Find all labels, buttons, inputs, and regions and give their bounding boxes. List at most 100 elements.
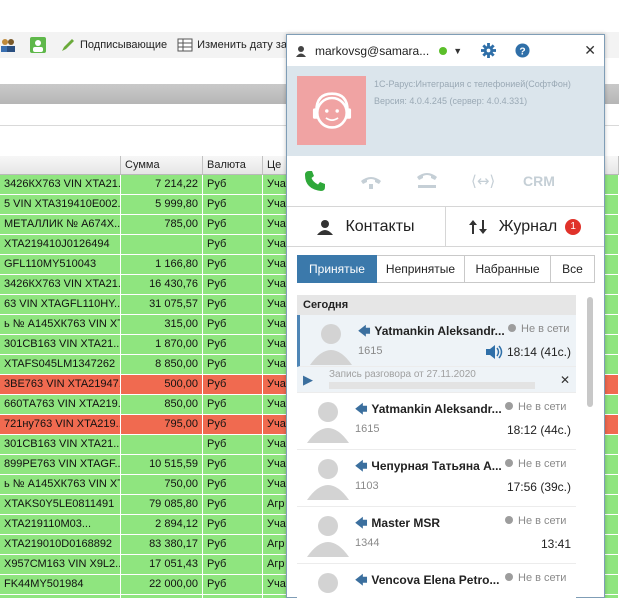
list-item[interactable]: 🡄 Master MSR Не в сети 1344 13:41 (297, 507, 576, 564)
column-header[interactable] (0, 156, 121, 174)
close-icon[interactable]: ✕ (560, 373, 570, 387)
call-actions: ⟨↔⟩ CRM (287, 156, 604, 207)
close-icon[interactable]: ✕ (584, 42, 596, 59)
row-description: 5 VIN XTA319410E002... (0, 195, 121, 214)
row-sum: 22 000,00 (121, 575, 203, 594)
row-sum: 16 430,76 (121, 275, 203, 294)
account-name[interactable]: markovsg@samara... (315, 44, 429, 58)
filter-all[interactable]: Все (551, 255, 595, 283)
presence-text: Не в сети (521, 323, 570, 335)
crm-button[interactable]: CRM (511, 173, 567, 189)
operator-avatar-icon (297, 76, 366, 145)
transfer-icon[interactable]: ⟨↔⟩ (455, 169, 511, 193)
presence-text: Не в сети (518, 515, 567, 527)
online-status-icon (439, 46, 448, 55)
call-journal-list: Сегодня 🡄 Yatmankin Aleksandr... Не в сети… (297, 295, 576, 598)
hangup-icon[interactable] (343, 169, 399, 193)
call-time: 18:14 (41с.) (506, 345, 571, 359)
contact-name: Чепурная Татьяна А... (371, 459, 502, 473)
contact-name-row: 🡄 Yatmankin Aleksandr... (358, 322, 508, 343)
softphone-panel: markovsg@samara... ▼ ? ✕ 1С-Рарус:Интегр… (286, 34, 605, 598)
row-sum: 5 999,80 (121, 195, 203, 214)
pen-icon (62, 39, 74, 51)
row-description: GFL110MY510043 (0, 255, 121, 274)
row-description: XTAFS045LM1347262 (0, 355, 121, 374)
row-description: 3426КХ763 VIN XTA21... (0, 275, 121, 294)
recording-player: ▶ Запись разговора от 27.11.2020 ✕ (297, 367, 576, 393)
row-description: ь № А145ХК763 VIN XTA... (0, 315, 121, 334)
contact-name-row: 🡄 Master MSR (355, 514, 505, 535)
presence-text: Не в сети (518, 401, 567, 413)
contact-name-row: 🡄 Чепурная Татьяна А... (355, 457, 505, 478)
row-sum: 315,00 (121, 315, 203, 334)
row-currency: Руб (203, 295, 263, 314)
recording-progress-bar[interactable] (329, 382, 535, 389)
row-sum: 17 051,43 (121, 555, 203, 574)
row-sum: 500,00 (121, 375, 203, 394)
row-description: 721ну763 VIN XTA219... (0, 415, 121, 434)
tab-contacts[interactable]: Контакты (287, 207, 445, 246)
row-description: XTA219010D0168892 (0, 535, 121, 554)
contact-name-row: 🡄 Yatmankin Aleksandr... (355, 400, 505, 421)
row-description: 660ТА763 VIN XTA219... (0, 395, 121, 414)
app-name: 1С-Рарус:Интеграция с телефонией(СофтФон… (374, 79, 571, 89)
row-currency: Руб (203, 315, 263, 334)
row-currency: Руб (203, 555, 263, 574)
filter-missed[interactable]: Непринятые (377, 255, 465, 283)
users-icon[interactable] (0, 37, 20, 53)
contact-photo-icon (308, 319, 354, 365)
call-filter-tabs: Принятые Непринятые Набранные Все (297, 255, 595, 283)
row-description: XTAKS0Y5LE0811491 (0, 495, 121, 514)
list-item[interactable]: 🡄 Yatmankin Aleksandr... Не в сети 1615 18:1… (297, 315, 576, 367)
row-currency: Руб (203, 335, 263, 354)
presence-status: Не в сети (505, 401, 566, 413)
offline-dot-icon (505, 516, 513, 524)
speaker-icon[interactable] (486, 345, 504, 364)
svg-text:?: ? (519, 46, 525, 57)
scrollbar[interactable] (587, 297, 593, 407)
offline-dot-icon (505, 459, 513, 467)
play-icon[interactable]: ▶ (303, 372, 313, 388)
row-currency: Руб (203, 255, 263, 274)
column-header-sum[interactable]: Сумма (121, 156, 203, 174)
call-icon[interactable] (287, 169, 343, 193)
incoming-arrow-icon: 🡄 (358, 324, 371, 338)
hold-icon[interactable] (399, 169, 455, 193)
chevron-down-icon[interactable]: ▼ (453, 46, 462, 56)
row-currency: Руб (203, 175, 263, 194)
tab-journal[interactable]: Журнал 1 (445, 207, 604, 246)
presence-text: Не в сети (518, 572, 567, 584)
row-sum: 31 075,57 (121, 295, 203, 314)
app-info: 1С-Рарус:Интеграция с телефонией(СофтФон… (287, 66, 604, 156)
row-currency: Руб (203, 375, 263, 394)
signers-button[interactable]: Подписывающие (60, 37, 167, 53)
presence-status: Не в сети (508, 323, 569, 335)
filter-dialed[interactable]: Набранные (465, 255, 551, 283)
help-icon[interactable]: ? (514, 43, 530, 59)
incoming-arrow-icon: 🡄 (355, 573, 368, 587)
row-description: X957СМ163 VIN X9L2... (0, 555, 121, 574)
list-item[interactable]: 🡄 Vencova Elena Petro... Не в сети (297, 564, 576, 598)
gear-icon[interactable] (480, 43, 496, 59)
contact-name: Master MSR (371, 516, 441, 530)
row-description: XTA219410J0126494 (0, 235, 121, 254)
filter-accepted[interactable]: Принятые (297, 255, 377, 283)
contact-name: Yatmankin Aleksandr... (374, 324, 505, 338)
row-currency: Руб (203, 355, 263, 374)
change-date-label: Изменить дату запр (197, 39, 300, 51)
row-sum: 10 515,59 (121, 455, 203, 474)
column-header-currency[interactable]: Валюта (203, 156, 263, 174)
section-today: Сегодня (297, 295, 576, 315)
row-sum: 79 085,80 (121, 495, 203, 514)
incoming-arrow-icon: 🡄 (355, 459, 368, 473)
row-sum (121, 235, 203, 254)
change-date-button[interactable]: Изменить дату запр (177, 37, 299, 53)
list-item[interactable]: 🡄 Чепурная Татьяна А... Не в сети 1103 17:56… (297, 450, 576, 507)
user-green-icon[interactable] (30, 37, 50, 53)
row-description: 899РЕ763 VIN XTAGF... (0, 455, 121, 474)
list-item[interactable]: 🡄 Yatmankin Aleksandr... Не в сети 1615 18:1… (297, 393, 576, 450)
row-description: 3ВЕ763 VIN XTA21947... (0, 375, 121, 394)
recording-label: Запись разговора от 27.11.2020 (329, 369, 476, 380)
phone-extension: 1615 (358, 345, 383, 357)
row-currency: Руб (203, 415, 263, 434)
